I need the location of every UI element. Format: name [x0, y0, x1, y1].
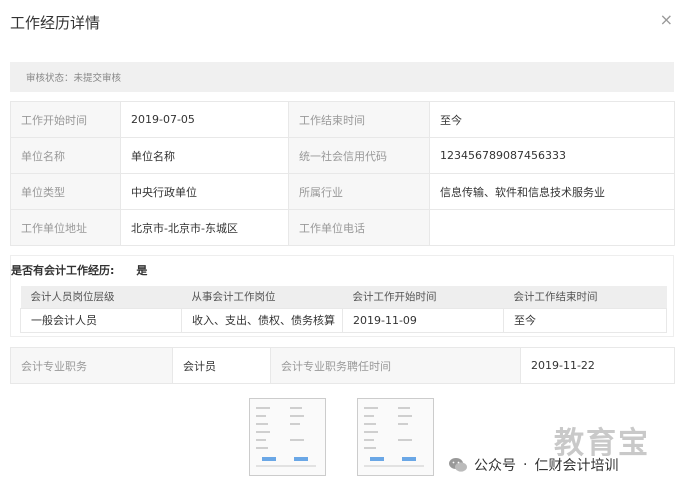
audit-status-text: 审核状态：未提交审核	[26, 73, 122, 84]
unit-type-label: 单位类型	[10, 173, 121, 210]
accounting-question: 是否有会计工作经历: 是	[11, 262, 147, 278]
attachment-thumbnail[interactable]	[357, 398, 434, 476]
table-row: 一般会计人员 收入、支出、债权、债务核算 2019-11-09 至今	[20, 307, 667, 333]
audit-status-bar: 审核状态：未提交审核	[10, 62, 674, 92]
wechat-icon	[449, 458, 467, 472]
table-cell: 2019-11-09	[342, 307, 504, 333]
dialog-title: 工作经历详情	[10, 14, 101, 32]
watermark: 公众号 · 仁财会计培训	[448, 455, 618, 475]
end-time-label: 工作结束时间	[288, 101, 430, 138]
column-header: 会计人员岗位层级	[20, 286, 182, 308]
position-label: 会计专业职务	[10, 347, 173, 384]
table-row: 会计专业职务 会计员 会计专业职务聘任时间 2019-11-22	[10, 347, 675, 384]
watermark-name: 仁财会计培训	[534, 458, 619, 474]
table-cell: 收入、支出、债权、债务核算	[181, 307, 343, 333]
industry-label: 所属行业	[288, 173, 430, 210]
appoint-time-value: 2019-11-22	[520, 347, 675, 384]
close-icon[interactable]: ×	[660, 10, 673, 29]
watermark-separator: ·	[523, 457, 528, 473]
unit-address-label: 工作单位地址	[10, 209, 121, 246]
appoint-time-label: 会计专业职务聘任时间	[270, 347, 521, 384]
accounting-answer: 是	[136, 264, 148, 277]
table-cell: 至今	[503, 307, 667, 333]
work-info-table: 工作开始时间 2019-07-05 工作结束时间 至今 单位名称 单位名称 统一…	[10, 101, 675, 246]
accounting-question-label: 是否有会计工作经历:	[11, 264, 115, 277]
unit-type-value: 中央行政单位	[120, 173, 289, 210]
position-value: 会计员	[172, 347, 271, 384]
unit-address-value: 北京市-北京市-东城区	[120, 209, 289, 246]
table-row: 单位类型 中央行政单位 所属行业 信息传输、软件和信息技术服务业	[10, 173, 675, 210]
table-cell: 一般会计人员	[20, 307, 182, 333]
unit-name-value: 单位名称	[120, 137, 289, 174]
table-row: 单位名称 单位名称 统一社会信用代码 123456789087456333	[10, 137, 675, 174]
attachment-thumbnail[interactable]	[249, 398, 326, 476]
column-header: 会计工作结束时间	[503, 286, 667, 308]
professional-title-table: 会计专业职务 会计员 会计专业职务聘任时间 2019-11-22	[10, 347, 675, 384]
credit-code-label: 统一社会信用代码	[288, 137, 430, 174]
accounting-experience-section: 是否有会计工作经历: 是 会计人员岗位层级 从事会计工作岗位 会计工作开始时间 会…	[10, 255, 674, 337]
table-row: 工作开始时间 2019-07-05 工作结束时间 至今	[10, 101, 675, 138]
watermark-account: 公众号	[474, 458, 516, 474]
column-header: 从事会计工作岗位	[181, 286, 343, 308]
unit-phone-value	[429, 209, 675, 246]
unit-phone-label: 工作单位电话	[288, 209, 430, 246]
accounting-table: 会计人员岗位层级 从事会计工作岗位 会计工作开始时间 会计工作结束时间 一般会计…	[20, 286, 667, 333]
table-header-row: 会计人员岗位层级 从事会计工作岗位 会计工作开始时间 会计工作结束时间	[20, 286, 667, 308]
credit-code-value: 123456789087456333	[429, 137, 675, 174]
unit-name-label: 单位名称	[10, 137, 121, 174]
end-time-value: 至今	[429, 101, 675, 138]
start-time-label: 工作开始时间	[10, 101, 121, 138]
start-time-value: 2019-07-05	[120, 101, 289, 138]
table-row: 工作单位地址 北京市-北京市-东城区 工作单位电话	[10, 209, 675, 246]
industry-value: 信息传输、软件和信息技术服务业	[429, 173, 675, 210]
column-header: 会计工作开始时间	[342, 286, 504, 308]
